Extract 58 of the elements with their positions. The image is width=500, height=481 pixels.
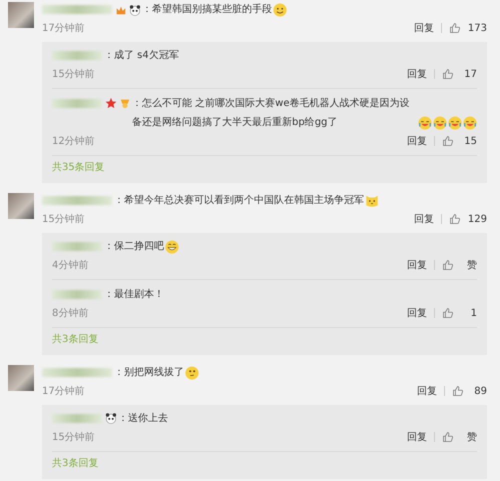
avatar[interactable] bbox=[8, 2, 34, 28]
thumbs-up-icon[interactable] bbox=[442, 307, 454, 319]
timestamp: 15分钟前 bbox=[42, 212, 85, 226]
avatar[interactable] bbox=[8, 193, 34, 219]
reply-text: ：成了 s4欠冠军 bbox=[104, 48, 179, 63]
grinning-emoji-icon bbox=[165, 240, 179, 254]
thumbs-up-icon[interactable] bbox=[442, 68, 454, 80]
thumbs-up-icon[interactable] bbox=[452, 385, 464, 397]
blurred-username[interactable] bbox=[42, 5, 112, 14]
timestamp: 15分钟前 bbox=[52, 430, 95, 444]
reply-text: ：保二挣四吧 bbox=[104, 240, 164, 254]
reply-text: ：最佳剧本！ bbox=[104, 288, 164, 302]
avatar[interactable] bbox=[8, 365, 34, 391]
thumbs-up-icon[interactable] bbox=[442, 259, 454, 271]
comment-text: ：希望今年总决赛可以看到两个中国队在韩国主场争冠军 bbox=[114, 194, 364, 208]
reply-link[interactable]: 回复 bbox=[414, 21, 434, 35]
timestamp: 12分钟前 bbox=[52, 134, 95, 148]
thumbs-up-icon[interactable] bbox=[448, 213, 461, 225]
timestamp: 17分钟前 bbox=[42, 384, 85, 398]
like-count: 赞 bbox=[466, 431, 477, 444]
crying-laughing-emoji-icon bbox=[463, 116, 477, 130]
panda-icon bbox=[129, 4, 141, 16]
reply-link[interactable]: 回复 bbox=[414, 212, 434, 226]
thumbs-up-icon[interactable] bbox=[448, 22, 461, 34]
timestamp: 15分钟前 bbox=[52, 68, 95, 81]
reply-link[interactable]: 回复 bbox=[407, 306, 427, 320]
panda-icon bbox=[105, 412, 117, 424]
timestamp: 17分钟前 bbox=[42, 22, 85, 35]
blurred-username[interactable] bbox=[42, 368, 112, 377]
like-count: 15 bbox=[463, 136, 477, 146]
blurred-username[interactable] bbox=[42, 196, 112, 205]
reply-link[interactable]: 回复 bbox=[407, 258, 427, 272]
reply-link[interactable]: 回复 bbox=[407, 134, 427, 148]
reply-text: ：送你上去 bbox=[118, 412, 168, 426]
thinking-emoji-icon bbox=[185, 366, 199, 380]
thumbs-up-icon[interactable] bbox=[442, 135, 454, 147]
comment-text: ：希望韩国别搞某些脏的手段 bbox=[142, 2, 272, 17]
like-count: 1 bbox=[470, 308, 477, 318]
star-badge-icon bbox=[105, 97, 117, 109]
timestamp: 4分钟前 bbox=[52, 258, 88, 272]
like-count: 89 bbox=[473, 386, 487, 396]
like-count: 173 bbox=[468, 22, 487, 34]
comment-text: ：别把网线拔了 bbox=[114, 366, 184, 380]
like-count: 17 bbox=[463, 68, 477, 80]
medal-badge-icon bbox=[119, 97, 131, 109]
cat-emoji-icon bbox=[365, 194, 379, 208]
thumbs-up-icon[interactable] bbox=[442, 431, 454, 443]
smiley-emoji-icon bbox=[273, 2, 287, 16]
like-count: 赞 bbox=[466, 259, 477, 272]
reply-link[interactable]: 回复 bbox=[417, 384, 437, 398]
reply-text: ：怎么不可能 之前哪次国际大赛we卷毛机器人战术硬是因为设备还是网络问题搞了大半天最后重新bp给gg了 bbox=[132, 96, 411, 130]
timestamp: 8分钟前 bbox=[52, 306, 88, 320]
reply-link[interactable]: 回复 bbox=[407, 430, 427, 444]
crying-laughing-emoji-icon bbox=[418, 116, 432, 130]
crying-laughing-emoji-icon bbox=[433, 116, 447, 130]
reply-link[interactable]: 回复 bbox=[407, 67, 427, 81]
like-count: 129 bbox=[468, 214, 487, 224]
crying-laughing-emoji-icon bbox=[448, 116, 462, 130]
